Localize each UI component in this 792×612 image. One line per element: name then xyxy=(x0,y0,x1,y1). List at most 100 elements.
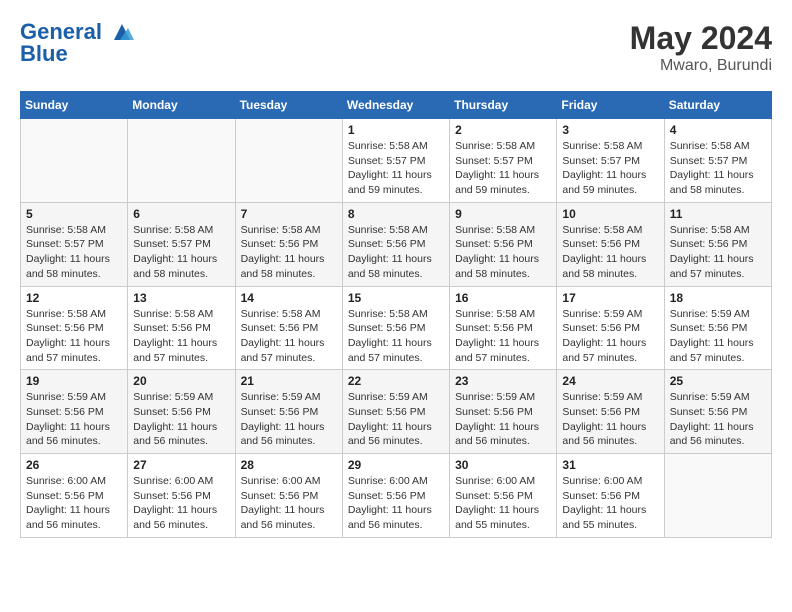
col-saturday: Saturday xyxy=(664,92,771,119)
day-number: 12 xyxy=(26,291,122,305)
sunrise-text: Sunrise: 5:59 AM xyxy=(670,307,766,322)
sunrise-text: Sunrise: 5:59 AM xyxy=(241,390,337,405)
sunrise-text: Sunrise: 5:58 AM xyxy=(348,223,444,238)
table-cell: 16Sunrise: 5:58 AMSunset: 5:56 PMDayligh… xyxy=(450,286,557,370)
sunrise-text: Sunrise: 6:00 AM xyxy=(241,474,337,489)
day-info: Sunrise: 5:58 AMSunset: 5:57 PMDaylight:… xyxy=(26,223,122,282)
table-cell: 6Sunrise: 5:58 AMSunset: 5:57 PMDaylight… xyxy=(128,202,235,286)
day-number: 21 xyxy=(241,374,337,388)
daylight-text: Daylight: 11 hours and 58 minutes. xyxy=(455,252,551,281)
sunset-text: Sunset: 5:56 PM xyxy=(562,321,658,336)
day-info: Sunrise: 5:59 AMSunset: 5:56 PMDaylight:… xyxy=(26,390,122,449)
logo-icon xyxy=(110,22,134,44)
sunset-text: Sunset: 5:56 PM xyxy=(562,405,658,420)
sunrise-text: Sunrise: 5:58 AM xyxy=(133,223,229,238)
table-cell: 22Sunrise: 5:59 AMSunset: 5:56 PMDayligh… xyxy=(342,370,449,454)
daylight-text: Daylight: 11 hours and 56 minutes. xyxy=(241,420,337,449)
sunrise-text: Sunrise: 5:58 AM xyxy=(455,223,551,238)
day-number: 7 xyxy=(241,207,337,221)
day-number: 6 xyxy=(133,207,229,221)
title-block: May 2024 Mwaro, Burundi xyxy=(630,20,772,75)
sunrise-text: Sunrise: 6:00 AM xyxy=(26,474,122,489)
table-cell xyxy=(128,119,235,203)
table-cell: 1 Sunrise: 5:58 AMSunset: 5:57 PMDaylight… xyxy=(342,119,449,203)
day-info: Sunrise: 5:58 AMSunset: 5:56 PMDaylight:… xyxy=(670,223,766,282)
sunrise-text: Sunrise: 5:58 AM xyxy=(241,223,337,238)
daylight-text: Daylight: 11 hours and 56 minutes. xyxy=(133,503,229,532)
col-monday: Monday xyxy=(128,92,235,119)
daylight-text: Daylight: 11 hours and 59 minutes. xyxy=(348,168,444,197)
day-number: 25 xyxy=(670,374,766,388)
sunset-text: Sunset: 5:56 PM xyxy=(455,321,551,336)
sunset-text: Sunset: 5:56 PM xyxy=(26,321,122,336)
daylight-text: Daylight: 11 hours and 57 minutes. xyxy=(241,336,337,365)
sunrise-text: Sunrise: 5:59 AM xyxy=(562,390,658,405)
day-info: Sunrise: 5:58 AMSunset: 5:56 PMDaylight:… xyxy=(348,307,444,366)
day-number: 19 xyxy=(26,374,122,388)
col-thursday: Thursday xyxy=(450,92,557,119)
day-number: 10 xyxy=(562,207,658,221)
table-cell xyxy=(664,454,771,538)
daylight-text: Daylight: 11 hours and 55 minutes. xyxy=(455,503,551,532)
day-info: Sunrise: 5:58 AMSunset: 5:56 PMDaylight:… xyxy=(241,223,337,282)
daylight-text: Daylight: 11 hours and 57 minutes. xyxy=(670,336,766,365)
day-number: 24 xyxy=(562,374,658,388)
sunset-text: Sunset: 5:56 PM xyxy=(241,489,337,504)
day-number: 1 xyxy=(348,123,444,137)
table-cell: 14Sunrise: 5:58 AMSunset: 5:56 PMDayligh… xyxy=(235,286,342,370)
table-cell: 17Sunrise: 5:59 AMSunset: 5:56 PMDayligh… xyxy=(557,286,664,370)
daylight-text: Daylight: 11 hours and 59 minutes. xyxy=(562,168,658,197)
day-info: Sunrise: 5:59 AMSunset: 5:56 PMDaylight:… xyxy=(670,390,766,449)
day-number: 30 xyxy=(455,458,551,472)
calendar-week-4: 19Sunrise: 5:59 AMSunset: 5:56 PMDayligh… xyxy=(21,370,772,454)
daylight-text: Daylight: 11 hours and 56 minutes. xyxy=(562,420,658,449)
calendar-week-1: 1Sunrise: 5:58 AMSunset: 5:57 PMDaylight… xyxy=(21,119,772,203)
day-info: Sunrise: 5:59 AMSunset: 5:56 PMDaylight:… xyxy=(133,390,229,449)
sunrise-text: Sunrise: 5:58 AM xyxy=(670,223,766,238)
day-info: Sunrise: 5:58 AMSunset: 5:57 PMDaylight:… xyxy=(562,139,658,198)
location: Mwaro, Burundi xyxy=(630,57,772,75)
daylight-text: Daylight: 11 hours and 57 minutes. xyxy=(26,336,122,365)
month-year: May 2024 xyxy=(630,20,772,57)
table-cell: 8Sunrise: 5:58 AMSunset: 5:56 PMDaylight… xyxy=(342,202,449,286)
day-number: 16 xyxy=(455,291,551,305)
sunrise-text: Sunrise: 5:59 AM xyxy=(26,390,122,405)
day-number: 20 xyxy=(133,374,229,388)
sunrise-text: Sunrise: 5:58 AM xyxy=(455,307,551,322)
table-cell: 3Sunrise: 5:58 AMSunset: 5:57 PMDaylight… xyxy=(557,119,664,203)
daylight-text: Daylight: 11 hours and 58 minutes. xyxy=(133,252,229,281)
sunrise-text: Sunrise: 5:59 AM xyxy=(348,390,444,405)
day-number: 18 xyxy=(670,291,766,305)
daylight-text: Daylight: 11 hours and 58 minutes. xyxy=(670,168,766,197)
calendar-header-row: Sunday Monday Tuesday Wednesday Thursday… xyxy=(21,92,772,119)
col-sunday: Sunday xyxy=(21,92,128,119)
col-tuesday: Tuesday xyxy=(235,92,342,119)
sunset-text: Sunset: 5:56 PM xyxy=(133,489,229,504)
daylight-text: Daylight: 11 hours and 55 minutes. xyxy=(562,503,658,532)
logo-blue: Blue xyxy=(20,42,134,66)
day-info: Sunrise: 5:58 AMSunset: 5:56 PMDaylight:… xyxy=(455,223,551,282)
day-info: Sunrise: 5:58 AMSunset: 5:56 PMDaylight:… xyxy=(133,307,229,366)
day-info: Sunrise: 5:59 AMSunset: 5:56 PMDaylight:… xyxy=(241,390,337,449)
sunrise-text: Sunrise: 5:58 AM xyxy=(26,307,122,322)
day-info: Sunrise: 6:00 AMSunset: 5:56 PMDaylight:… xyxy=(455,474,551,533)
sunrise-text: Sunrise: 5:58 AM xyxy=(670,139,766,154)
table-cell: 11Sunrise: 5:58 AMSunset: 5:56 PMDayligh… xyxy=(664,202,771,286)
day-info: Sunrise: 5:58 AMSunset: 5:57 PMDaylight:… xyxy=(348,139,444,198)
table-cell: 13Sunrise: 5:58 AMSunset: 5:56 PMDayligh… xyxy=(128,286,235,370)
sunrise-text: Sunrise: 5:58 AM xyxy=(26,223,122,238)
daylight-text: Daylight: 11 hours and 57 minutes. xyxy=(133,336,229,365)
table-cell: 23Sunrise: 5:59 AMSunset: 5:56 PMDayligh… xyxy=(450,370,557,454)
table-cell: 29Sunrise: 6:00 AMSunset: 5:56 PMDayligh… xyxy=(342,454,449,538)
sunset-text: Sunset: 5:56 PM xyxy=(562,489,658,504)
table-cell: 28Sunrise: 6:00 AMSunset: 5:56 PMDayligh… xyxy=(235,454,342,538)
daylight-text: Daylight: 11 hours and 58 minutes. xyxy=(562,252,658,281)
sunrise-text: Sunrise: 5:59 AM xyxy=(562,307,658,322)
table-cell: 5Sunrise: 5:58 AMSunset: 5:57 PMDaylight… xyxy=(21,202,128,286)
daylight-text: Daylight: 11 hours and 56 minutes. xyxy=(26,420,122,449)
daylight-text: Daylight: 11 hours and 56 minutes. xyxy=(241,503,337,532)
sunset-text: Sunset: 5:56 PM xyxy=(455,489,551,504)
sunset-text: Sunset: 5:57 PM xyxy=(348,154,444,169)
calendar-week-3: 12Sunrise: 5:58 AMSunset: 5:56 PMDayligh… xyxy=(21,286,772,370)
sunrise-text: Sunrise: 5:59 AM xyxy=(455,390,551,405)
